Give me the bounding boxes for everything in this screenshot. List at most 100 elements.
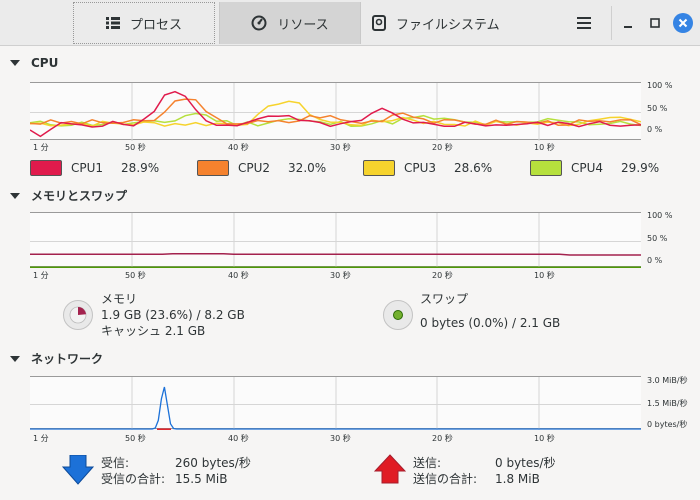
cpu-graph-canvas bbox=[30, 83, 641, 141]
gauge-icon bbox=[251, 15, 267, 31]
swap-value: 0 bytes (0.0%) / 2.1 GB bbox=[420, 316, 561, 330]
cpu-xtick: 10 秒 bbox=[534, 143, 555, 152]
memory-section-title: メモリとスワップ bbox=[31, 189, 128, 203]
memory-graph-canvas bbox=[30, 213, 641, 268]
memory-label: メモリ bbox=[101, 292, 138, 306]
memory-xtick: 30 秒 bbox=[330, 271, 351, 280]
header-bar: プロセス リソース ファイルシステム bbox=[0, 0, 700, 46]
pie-slice bbox=[78, 307, 86, 315]
legend-name: CPU3 bbox=[404, 161, 437, 175]
network-xtick: 50 秒 bbox=[125, 434, 146, 443]
legend-name: CPU1 bbox=[71, 161, 104, 175]
sending-arrow-icon[interactable] bbox=[373, 454, 407, 487]
memory-xtick: 50 秒 bbox=[125, 271, 146, 280]
tab-filesystems[interactable]: ファイルシステム bbox=[372, 2, 532, 44]
cpu-section-header[interactable]: CPU bbox=[10, 56, 58, 70]
memory-xtick: 20 秒 bbox=[432, 271, 453, 280]
legend-value: 29.9% bbox=[621, 161, 660, 175]
disk-icon bbox=[372, 15, 386, 31]
memory-pie-icon bbox=[69, 306, 87, 324]
swap-pie-icon bbox=[393, 310, 403, 320]
list-icon bbox=[105, 16, 120, 30]
memory-info: メモリ 1.9 GB (23.6%) / 8.2 GB キャッシュ 2.1 GB bbox=[101, 291, 245, 339]
cpu-graph bbox=[30, 82, 641, 141]
memory-xtick: 10 秒 bbox=[534, 271, 555, 280]
network-xtick: 10 秒 bbox=[534, 434, 555, 443]
legend-value: 28.9% bbox=[121, 161, 160, 175]
color-swatch[interactable] bbox=[197, 160, 229, 176]
minimize-icon bbox=[624, 26, 632, 28]
recv-total-value: 15.5 MiB bbox=[175, 472, 228, 486]
tab-processes[interactable]: プロセス bbox=[73, 2, 215, 44]
swap-usage-pie[interactable] bbox=[383, 300, 413, 330]
network-ytick: 3.0 MiB/秒 bbox=[647, 376, 688, 385]
recv-value: 260 bytes/秒 bbox=[175, 456, 251, 470]
network-graph-canvas bbox=[30, 377, 641, 430]
send-value: 0 bytes/秒 bbox=[495, 456, 556, 470]
cpu-section-title: CPU bbox=[31, 56, 59, 70]
network-section-title: ネットワーク bbox=[31, 352, 104, 366]
sending-info: 送信: 0 bytes/秒 送信の合計: 1.8 MiB bbox=[413, 455, 556, 487]
memory-cache-value: キャッシュ 2.1 GB bbox=[101, 324, 206, 338]
header-separator bbox=[611, 6, 612, 40]
expander-arrow-icon bbox=[10, 192, 20, 199]
cpu-xtick: 50 秒 bbox=[125, 143, 146, 152]
cpu-xtick: 30 秒 bbox=[330, 143, 351, 152]
memory-usage-pie[interactable] bbox=[63, 300, 93, 330]
expander-arrow-icon bbox=[10, 60, 20, 66]
expander-arrow-icon bbox=[10, 355, 20, 362]
network-xtick: 30 秒 bbox=[330, 434, 351, 443]
hamburger-menu-button[interactable] bbox=[573, 12, 595, 34]
memory-series-line bbox=[30, 252, 641, 256]
legend-cpu3[interactable]: CPU3 28.6% bbox=[363, 160, 492, 176]
send-total-label: 送信の合計: bbox=[413, 472, 478, 486]
receiving-info: 受信: 260 bytes/秒 受信の合計: 15.5 MiB bbox=[101, 455, 251, 487]
maximize-icon bbox=[650, 18, 660, 28]
legend-name: CPU4 bbox=[571, 161, 604, 175]
memory-ytick: 0 % bbox=[647, 256, 663, 265]
legend-value: 28.6% bbox=[454, 161, 493, 175]
network-ytick: 1.5 MiB/秒 bbox=[647, 399, 688, 408]
send-total-value: 1.8 MiB bbox=[495, 472, 540, 486]
cpu-ytick: 100 % bbox=[647, 81, 673, 90]
send-label: 送信: bbox=[413, 456, 442, 470]
cpu-ytick: 0 % bbox=[647, 125, 663, 134]
legend-cpu1[interactable]: CPU1 28.9% bbox=[30, 160, 159, 176]
tab-processes-label: プロセス bbox=[129, 17, 182, 33]
legend-cpu4[interactable]: CPU4 29.9% bbox=[530, 160, 659, 176]
cpu-xtick: 40 秒 bbox=[228, 143, 249, 152]
color-swatch[interactable] bbox=[363, 160, 395, 176]
maximize-button[interactable] bbox=[644, 12, 666, 34]
memory-graph bbox=[30, 212, 641, 268]
legend-cpu2[interactable]: CPU2 32.0% bbox=[197, 160, 326, 176]
memory-ytick: 50 % bbox=[647, 234, 668, 243]
memory-section-header[interactable]: メモリとスワップ bbox=[10, 187, 127, 204]
network-xtick: 1 分 bbox=[33, 434, 49, 443]
minimize-button[interactable] bbox=[617, 12, 639, 34]
network-xtick: 20 秒 bbox=[432, 434, 453, 443]
memory-value: 1.9 GB (23.6%) / 8.2 GB bbox=[101, 308, 245, 322]
memory-xtick: 1 分 bbox=[33, 271, 49, 280]
legend-name: CPU2 bbox=[238, 161, 271, 175]
network-ytick: 0 bytes/秒 bbox=[647, 420, 688, 429]
color-swatch[interactable] bbox=[530, 160, 562, 176]
swap-label: スワップ bbox=[420, 292, 469, 306]
cpu-xtick: 20 秒 bbox=[432, 143, 453, 152]
tab-resources[interactable]: リソース bbox=[219, 2, 361, 44]
close-button[interactable] bbox=[673, 13, 693, 33]
close-icon bbox=[678, 18, 688, 28]
hamburger-icon bbox=[577, 17, 591, 29]
memory-ytick: 100 % bbox=[647, 211, 673, 220]
tab-filesystems-label: ファイルシステム bbox=[396, 17, 500, 33]
tab-resources-label: リソース bbox=[277, 17, 329, 33]
cpu-ytick: 50 % bbox=[647, 104, 668, 113]
legend-value: 32.0% bbox=[288, 161, 327, 175]
swap-info: スワップ 0 bytes (0.0%) / 2.1 GB bbox=[420, 291, 560, 331]
recv-label: 受信: bbox=[101, 456, 130, 470]
network-xtick: 40 秒 bbox=[228, 434, 249, 443]
receiving-arrow-icon[interactable] bbox=[61, 454, 95, 488]
cpu-xtick: 1 分 bbox=[33, 143, 49, 152]
color-swatch[interactable] bbox=[30, 160, 62, 176]
network-section-header[interactable]: ネットワーク bbox=[10, 350, 103, 367]
recv-total-label: 受信の合計: bbox=[101, 472, 166, 486]
